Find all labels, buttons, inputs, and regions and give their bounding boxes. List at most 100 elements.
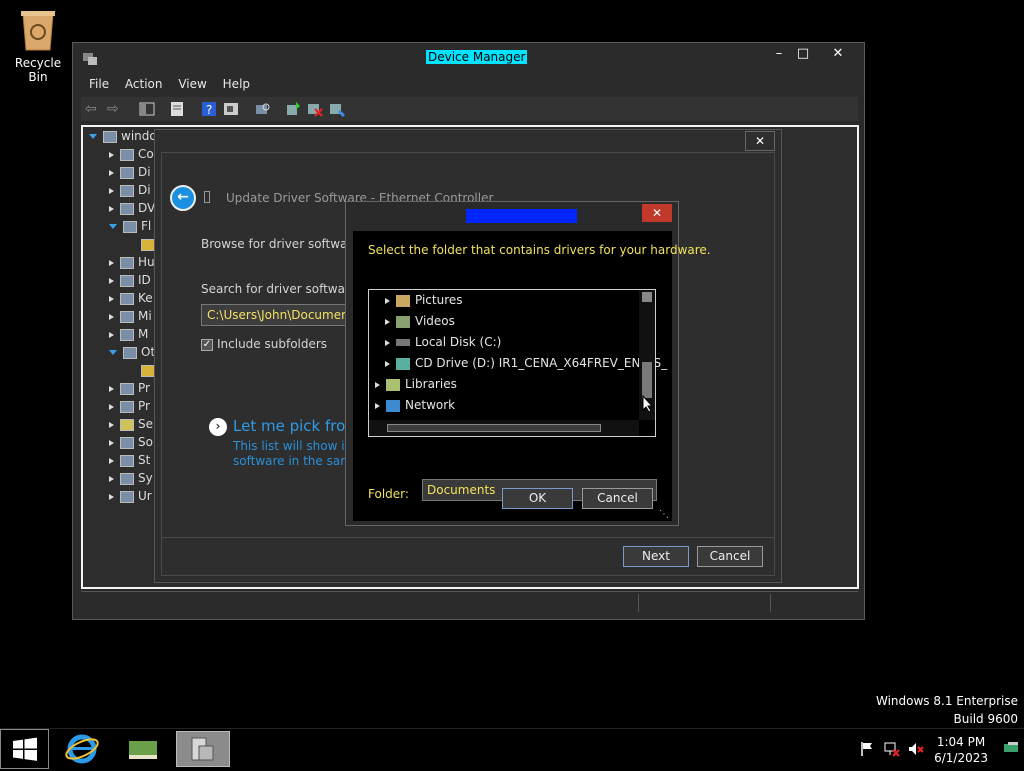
expand-icon[interactable] xyxy=(109,205,114,212)
expand-icon[interactable] xyxy=(109,169,114,176)
start-button[interactable] xyxy=(0,729,49,769)
folder-item-pictures[interactable]: Pictures xyxy=(385,290,463,310)
uninstall-device-icon[interactable] xyxy=(307,101,323,117)
expand-icon[interactable] xyxy=(109,493,114,500)
menu-action[interactable]: Action xyxy=(125,73,163,95)
folder-item-videos[interactable]: Videos xyxy=(385,311,455,331)
expand-icon[interactable] xyxy=(109,350,117,355)
tree-item[interactable]: Se xyxy=(109,415,153,433)
videos-folder-icon xyxy=(396,315,410,328)
other-devices-icon xyxy=(123,346,137,359)
expand-icon[interactable] xyxy=(385,297,390,304)
properties-icon[interactable] xyxy=(169,101,185,117)
next-button[interactable]: Next xyxy=(623,546,689,567)
action-icon[interactable] xyxy=(223,101,239,117)
expand-icon[interactable] xyxy=(109,385,114,392)
folder-item-network[interactable]: Network xyxy=(375,395,455,415)
menu-file[interactable]: File xyxy=(89,73,109,95)
folder-label: Folder: xyxy=(368,487,409,501)
action-center-flag-icon[interactable] xyxy=(860,741,874,760)
scroll-thumb[interactable] xyxy=(642,362,652,398)
tree-item[interactable]: Ke xyxy=(109,289,153,307)
tree-item[interactable]: DV xyxy=(109,199,155,217)
chevron-right-icon[interactable]: › xyxy=(209,418,227,436)
tree-item[interactable]: Ur xyxy=(109,487,152,505)
minimize-button[interactable]: – xyxy=(767,45,791,63)
update-driver-icon[interactable] xyxy=(285,101,301,117)
title-bar[interactable]: Device Manager – □ ✕ xyxy=(73,43,864,73)
expand-icon[interactable] xyxy=(109,295,114,302)
horizontal-scrollbar[interactable] xyxy=(369,420,639,436)
scroll-up-button[interactable] xyxy=(642,292,652,302)
tree-item[interactable]: Sy xyxy=(109,469,153,487)
pick-from-list-link[interactable]: Let me pick from xyxy=(233,417,360,435)
tree-item[interactable]: Hu xyxy=(109,253,155,271)
expand-icon[interactable] xyxy=(109,151,114,158)
tree-item[interactable]: Pr xyxy=(109,397,150,415)
expand-icon[interactable] xyxy=(109,277,114,284)
network-disconnected-icon[interactable] xyxy=(884,741,900,760)
expand-icon[interactable] xyxy=(109,331,114,338)
help-icon[interactable]: ? xyxy=(201,101,217,117)
back-arrow-icon[interactable]: ← xyxy=(170,185,196,211)
resize-grip-icon[interactable]: ⋱ xyxy=(659,509,669,520)
expand-icon[interactable] xyxy=(109,457,114,464)
disable-device-icon[interactable] xyxy=(329,101,346,118)
tree-item[interactable]: St xyxy=(109,451,150,469)
expand-icon[interactable] xyxy=(109,313,114,320)
scroll-thumb[interactable] xyxy=(387,424,601,432)
file-explorer-button[interactable] xyxy=(117,731,169,767)
tree-root[interactable]: windo xyxy=(89,127,157,145)
folder-item-cd-drive[interactable]: CD Drive (D:) IR1_CENA_X64FREV_EN-US_ xyxy=(385,353,667,373)
tree-item[interactable]: Di xyxy=(109,181,151,199)
expand-icon[interactable] xyxy=(109,403,114,410)
expand-icon[interactable] xyxy=(109,421,114,428)
menu-view[interactable]: View xyxy=(178,73,206,95)
forward-arrow-icon[interactable]: ⇨ xyxy=(107,101,123,117)
tree-item[interactable]: Fl xyxy=(109,217,151,235)
expand-icon[interactable] xyxy=(385,318,390,325)
driver-path-input[interactable]: C:\Users\John\Documents xyxy=(201,304,361,326)
back-arrow-icon[interactable]: ⇦ xyxy=(85,101,101,117)
system-clock[interactable]: 1:04 PM 6/1/2023 xyxy=(934,734,988,766)
tree-item[interactable]: Pr xyxy=(109,379,150,397)
tree-item[interactable]: Co xyxy=(109,145,154,163)
divider xyxy=(162,537,774,538)
internet-explorer-button[interactable] xyxy=(56,731,108,767)
tree-item[interactable]: Ot xyxy=(109,343,155,361)
show-desktop-icon[interactable] xyxy=(1003,741,1021,758)
close-button[interactable]: ✕ xyxy=(819,45,857,63)
device-icon xyxy=(120,148,134,161)
tree-item[interactable]: M xyxy=(109,325,148,343)
tree-item[interactable]: ID xyxy=(109,271,151,289)
expand-icon[interactable] xyxy=(89,134,97,139)
tree-item[interactable]: Mi xyxy=(109,307,152,325)
show-hide-tree-icon[interactable] xyxy=(139,101,155,117)
maximize-button[interactable]: □ xyxy=(791,45,815,63)
close-button[interactable]: ✕ xyxy=(642,204,672,222)
expand-icon[interactable] xyxy=(385,360,390,367)
folder-item-local-disk[interactable]: Local Disk (C:) xyxy=(385,332,501,352)
expand-icon[interactable] xyxy=(109,224,117,229)
device-manager-taskbar-button[interactable] xyxy=(176,731,230,767)
scan-hardware-icon[interactable] xyxy=(255,101,271,117)
volume-muted-icon[interactable] xyxy=(908,741,924,760)
recycle-bin[interactable]: Recycle Bin xyxy=(4,8,72,84)
expand-icon[interactable] xyxy=(109,439,114,446)
folder-tree[interactable]: Pictures Videos Local Disk (C:) CD Drive… xyxy=(368,289,667,437)
expand-icon[interactable] xyxy=(375,402,380,409)
tree-item[interactable]: So xyxy=(109,433,153,451)
cancel-button[interactable]: Cancel xyxy=(697,546,763,567)
expand-icon[interactable] xyxy=(109,187,114,194)
cancel-button[interactable]: Cancel xyxy=(582,488,653,509)
dialog-close-button[interactable]: ✕ xyxy=(745,131,775,151)
tree-item[interactable]: Di xyxy=(109,163,151,181)
ok-button[interactable]: OK xyxy=(502,488,573,509)
expand-icon[interactable] xyxy=(109,475,114,482)
include-subfolders-checkbox[interactable]: ✓ Include subfolders xyxy=(201,337,327,351)
expand-icon[interactable] xyxy=(385,339,390,346)
folder-item-libraries[interactable]: Libraries xyxy=(375,374,457,394)
expand-icon[interactable] xyxy=(375,381,380,388)
expand-icon[interactable] xyxy=(109,259,114,266)
menu-help[interactable]: Help xyxy=(223,73,250,95)
